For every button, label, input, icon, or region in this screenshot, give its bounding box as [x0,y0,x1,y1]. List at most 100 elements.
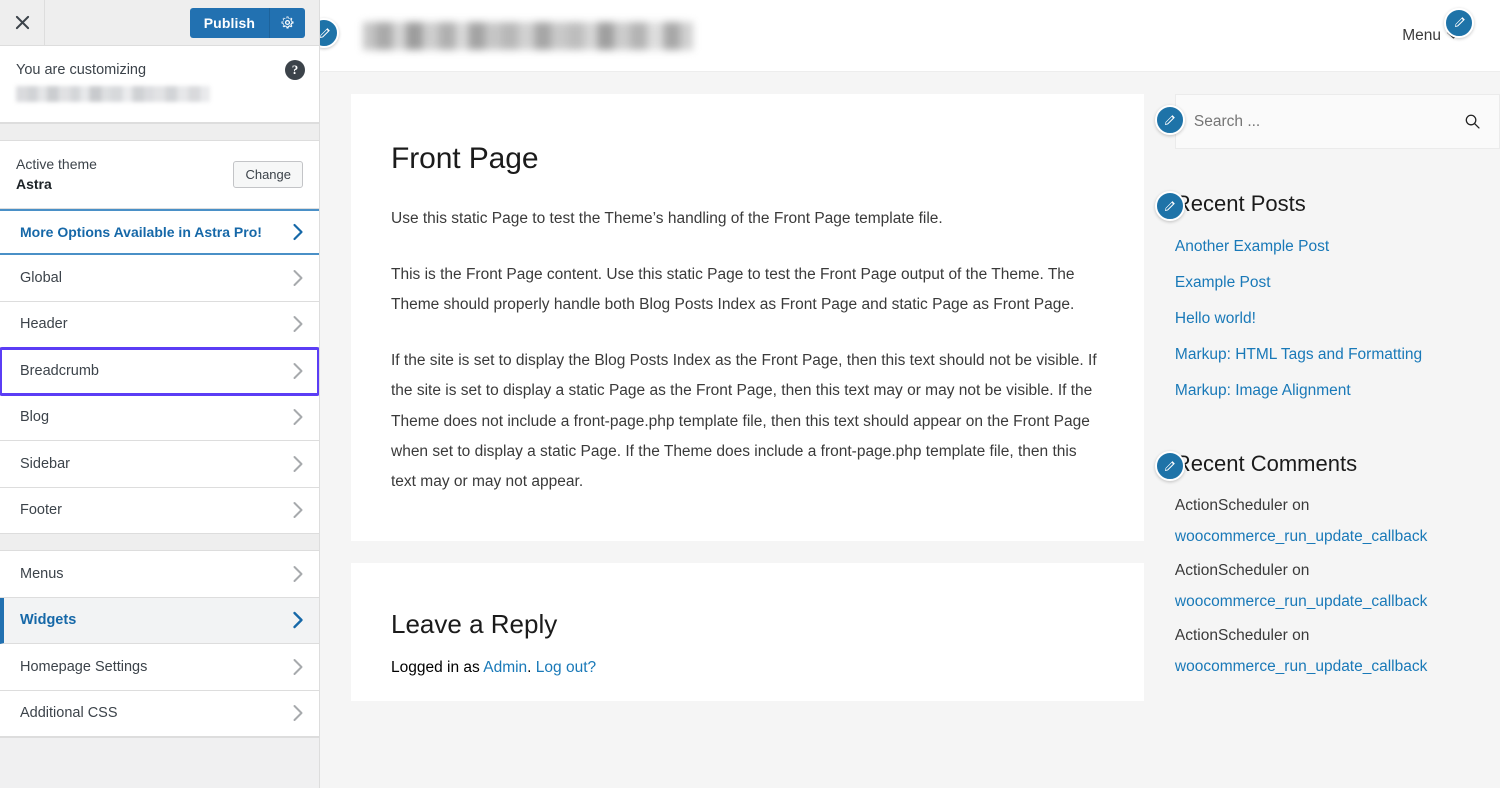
recent-post-link[interactable]: Example Post [1175,274,1271,291]
sidebar-item-menus[interactable]: Menus [0,551,319,598]
comment-author: ActionScheduler [1174,562,1288,580]
customizer-topbar: Publish [0,0,319,46]
chevron-right-icon [293,455,303,472]
list-item: ActionScheduler on woocommerce_run_updat… [1175,554,1500,619]
edit-search-widget-pin-icon[interactable] [1154,105,1185,135]
sidebar-item-breadcrumb[interactable]: Breadcrumb [0,347,319,396]
customizing-info: You are customizing ? [0,46,319,124]
chevron-right-icon [293,362,303,379]
list-item: ActionScheduler on woocommerce_run_updat… [1175,619,1500,684]
page-paragraph-1: Use this static Page to test the Theme’s… [391,209,943,227]
search-placeholder: Search ... [1193,112,1261,130]
comment-on-word: on [1287,627,1310,645]
recent-post-link[interactable]: Markup: HTML Tags and Formatting [1175,346,1422,363]
section-gap-bottom [0,737,319,739]
chevron-right-icon [293,502,303,519]
edit-menu-pin-icon[interactable] [1444,7,1474,38]
recent-posts-list: Another Example Post Example Post Hello … [1175,229,1500,409]
sidebar-item-sidebar[interactable]: Sidebar [0,441,319,488]
comment-post-link[interactable]: woocommerce_run_update_callback [1175,655,1500,679]
sidebar-item-global[interactable]: Global [0,255,319,302]
sidebar-item-label: Homepage Settings [20,658,148,675]
logged-in-prefix: Logged in as [391,659,484,677]
sidebar-item-blog[interactable]: Blog [0,394,319,442]
recent-comments-widget: Recent Comments ActionScheduler on wooco… [1154,451,1500,684]
gear-glyph [281,16,294,29]
sidebar-item-header[interactable]: Header [0,301,319,349]
site-preview: Menu Front Page Use this static Page to … [320,0,1500,788]
pencil-glyph [1165,200,1176,211]
chevron-right-icon [293,565,303,582]
page-card: Front Page Use this static Page to test … [351,94,1144,542]
active-theme-text: Active theme Astra [16,155,97,194]
sidebar-item-label: Footer [20,502,62,519]
sidebar-item-homepage-settings[interactable]: Homepage Settings [0,644,319,691]
recent-posts-widget: Recent Posts Another Example Post Exampl… [1154,191,1500,409]
close-x-glyph [15,15,29,30]
chevron-right-icon [293,612,303,629]
recent-comments-title: Recent Comments [1174,451,1358,477]
recent-post-link[interactable]: Markup: Image Alignment [1175,382,1351,399]
chevron-right-icon [293,705,303,722]
section-gap-middle [0,534,319,552]
close-icon[interactable] [0,0,45,45]
page-title: Front Page [391,142,539,175]
current-user-link[interactable]: Admin [483,659,527,676]
recent-post-link[interactable]: Hello world! [1175,310,1256,327]
sidebar-item-widgets[interactable]: Widgets [0,597,319,645]
recent-posts-title: Recent Posts [1174,191,1306,216]
change-theme-button[interactable]: Change [233,161,303,189]
menu-toggle-label[interactable]: Menu [1402,27,1441,45]
gear-icon[interactable] [269,7,305,38]
edit-site-title-pin-icon[interactable] [320,18,339,48]
notice-separator: . [527,659,536,677]
comment-author: ActionScheduler [1174,497,1288,515]
comment-post-link[interactable]: woocommerce_run_update_callback [1175,525,1500,549]
active-theme-row: Active theme Astra Change [0,141,319,210]
sidebar-item-label: Widgets [20,612,77,629]
customizer-sections: More Options Available in Astra Pro! Glo… [0,209,319,788]
publish-button[interactable]: Publish [189,7,269,38]
comment-on-word: on [1287,562,1310,580]
sidebar-item-label: Menus [20,565,64,582]
comment-on-word: on [1287,497,1310,515]
sidebar-item-label: Global [20,269,62,286]
search-widget: Search ... [1154,94,1500,149]
active-theme-caption: Active theme [16,156,97,173]
comment-author: ActionScheduler [1174,627,1288,645]
pencil-glyph [320,27,330,38]
list-item: Another Example Post [1175,229,1500,265]
log-out-link[interactable]: Log out? [536,659,596,676]
active-theme-name: Astra [16,176,52,193]
sidebar-item-label: Blog [20,409,50,426]
search-icon[interactable] [1464,113,1481,130]
customizing-label: You are customizing [16,62,147,78]
sidebar-item-additional-css[interactable]: Additional CSS [0,690,319,738]
sidebar-item-label: Breadcrumb [20,362,99,379]
content-column: Front Page Use this static Page to test … [351,94,1144,718]
preview-body: Front Page Use this static Page to test … [320,72,1500,718]
list-item: Markup: Image Alignment [1175,373,1500,409]
list-item: ActionScheduler on woocommerce_run_updat… [1175,489,1500,554]
section-gap-top [0,123,319,142]
edit-recent-posts-pin-icon[interactable] [1154,191,1185,221]
chevron-right-icon [293,409,303,426]
list-item: Markup: HTML Tags and Formatting [1175,337,1500,373]
pencil-glyph [1454,17,1465,27]
sidebar-item-label: Sidebar [20,455,70,472]
comment-post-link[interactable]: woocommerce_run_update_callback [1175,590,1500,614]
sidebar-item-label: Additional CSS [20,705,118,722]
page-paragraph-3: If the site is set to display the Blog P… [391,352,1097,491]
recent-post-link[interactable]: Another Example Post [1175,238,1329,255]
pencil-glyph [1165,114,1176,125]
chevron-right-icon [293,658,303,675]
search-input[interactable]: Search ... [1174,94,1500,149]
edit-recent-comments-pin-icon[interactable] [1154,451,1185,482]
help-icon[interactable]: ? [285,60,305,80]
comments-card: Leave a Reply Logged in as Admin. Log ou… [351,563,1144,702]
sidebar-item-footer[interactable]: Footer [0,487,319,535]
primary-nav: Menu [1402,7,1474,45]
sidebar-item-astra-pro[interactable]: More Options Available in Astra Pro! [0,209,319,256]
chevron-right-icon [293,269,303,286]
site-header: Menu [320,0,1500,72]
